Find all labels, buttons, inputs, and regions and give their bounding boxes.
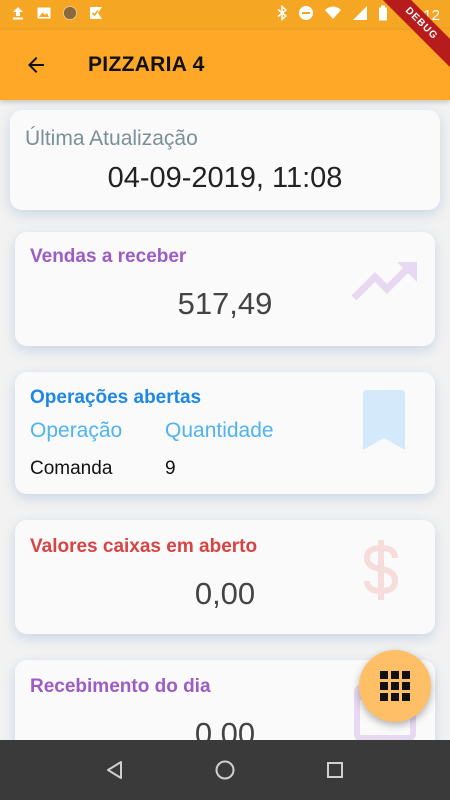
column-header-operation: Operação [30, 419, 123, 442]
wifi-icon [324, 5, 342, 26]
dollar-icon [363, 540, 399, 600]
last-update-card: Última Atualização 04-09-2019, 11:08 [10, 110, 440, 210]
back-triangle-icon [107, 761, 122, 779]
recents-square-icon [327, 762, 343, 778]
upload-icon [10, 5, 26, 26]
back-button[interactable] [12, 41, 60, 89]
column-header-quantity: Quantidade [165, 419, 274, 442]
nav-home-button[interactable] [205, 750, 245, 790]
status-bar: 14:12 [0, 0, 450, 30]
dashboard-content[interactable]: Última Atualização 04-09-2019, 11:08 Ven… [0, 100, 450, 740]
nav-back-button[interactable] [95, 750, 135, 790]
trending-up-icon [351, 262, 417, 301]
bluetooth-icon [276, 4, 288, 26]
bookmark-icon [363, 390, 405, 450]
open-cash-title: Valores caixas em aberto [30, 536, 258, 557]
apps-fab-button[interactable] [359, 650, 431, 722]
arrow-back-icon [28, 57, 44, 73]
sales-receivable-title: Vendas a receber [30, 246, 187, 267]
apps-grid-icon [380, 671, 410, 701]
check-flag-icon [88, 5, 104, 26]
open-operations-title: Operações abertas [30, 387, 202, 408]
daily-receipts-title: Recebimento do dia [30, 676, 211, 697]
page-title: PIZZARIA 4 [88, 53, 205, 76]
open-cash-card[interactable]: Valores caixas em aberto 0,00 [15, 520, 435, 634]
sales-receivable-card[interactable]: Vendas a receber 517,49 [15, 232, 435, 346]
system-nav-bar [0, 740, 450, 800]
operation-cell: Comanda [30, 458, 113, 479]
image-icon [36, 5, 52, 26]
circle-icon [62, 5, 78, 26]
battery-icon [378, 5, 388, 26]
nav-recents-button[interactable] [315, 750, 355, 790]
quantity-cell: 9 [165, 458, 176, 479]
open-operations-card[interactable]: Operações abertas Operação Quantidade Co… [15, 372, 435, 494]
last-update-value: 04-09-2019, 11:08 [107, 162, 343, 194]
last-update-label: Última Atualização [25, 127, 198, 150]
home-circle-icon [215, 760, 235, 780]
app-bar: PIZZARIA 4 [0, 30, 450, 100]
status-notifications [10, 5, 104, 26]
signal-icon [352, 5, 368, 26]
dnd-icon [298, 5, 314, 26]
